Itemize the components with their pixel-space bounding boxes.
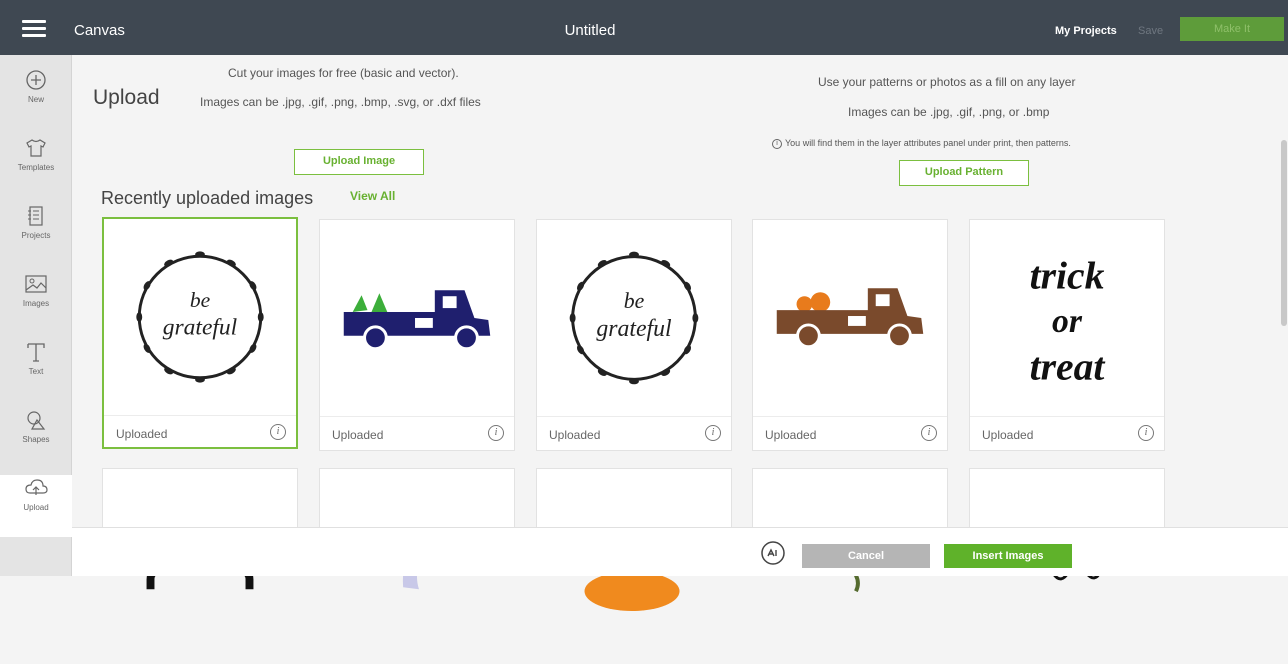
nav-item-images[interactable]: Images	[0, 271, 72, 333]
pattern-file-types: Images can be .jpg, .gif, .png, or .bmp	[848, 105, 1050, 119]
card-footer: Uploaded i	[320, 416, 514, 450]
card-footer: Uploaded i	[104, 415, 296, 449]
cloud-upload-icon	[25, 479, 48, 495]
card-footer: Uploaded i	[753, 416, 947, 450]
info-icon[interactable]: i	[1138, 425, 1154, 441]
pattern-description: Use your patterns or photos as a fill on…	[818, 75, 1076, 89]
cancel-button[interactable]: Cancel	[802, 544, 930, 568]
image-card[interactable]: trick or treat Uploaded i	[969, 219, 1165, 451]
shapes-icon	[27, 411, 46, 430]
nav-label: New	[27, 95, 44, 104]
insert-images-button[interactable]: Insert Images	[944, 544, 1072, 568]
nav-item-upload[interactable]: Upload	[0, 475, 72, 537]
nav-label: Images	[22, 299, 50, 308]
nav-item-text[interactable]: Text	[0, 339, 72, 401]
svg-text:be: be	[190, 288, 211, 312]
card-status: Uploaded	[982, 428, 1034, 442]
nav-label: Text	[28, 367, 44, 376]
save-button[interactable]: Save	[1138, 25, 1163, 37]
be-grateful-wreath-image: be grateful	[569, 251, 699, 385]
nav-item-projects[interactable]: Projects	[0, 203, 72, 265]
pattern-hint: i You will find them in the layer attribu…	[772, 138, 1071, 149]
side-navigation: New Templates Projects Images Text Shape…	[0, 55, 72, 576]
projects-icon	[28, 206, 43, 226]
app-title: Canvas	[74, 22, 125, 39]
upload-description: Cut your images for free (basic and vect…	[228, 66, 459, 80]
image-card[interactable]: be grateful Uploaded i	[536, 219, 732, 451]
card-status: Uploaded	[549, 428, 601, 442]
card-status: Uploaded	[116, 427, 168, 441]
view-all-link[interactable]: View All	[350, 189, 395, 203]
menu-icon[interactable]	[22, 20, 46, 37]
upload-title: Upload	[93, 86, 160, 109]
scrollbar-thumb[interactable]	[1281, 140, 1287, 326]
info-icon[interactable]: i	[270, 424, 286, 440]
document-title[interactable]: Untitled	[560, 22, 620, 39]
nav-label: Templates	[17, 163, 55, 172]
card-status: Uploaded	[332, 428, 384, 442]
nav-label: Upload	[23, 503, 49, 512]
top-bar: Canvas Untitled My Projects Save Make It	[0, 0, 1288, 55]
card-footer: Uploaded i	[537, 416, 731, 450]
svg-text:grateful: grateful	[163, 315, 238, 341]
make-it-button[interactable]: Make It	[1180, 17, 1284, 41]
image-card[interactable]: Uploaded i	[752, 219, 948, 451]
help-icon[interactable]	[760, 540, 786, 566]
nav-label: Shapes	[22, 435, 50, 444]
pattern-hint-text: You will find them in the layer attribut…	[785, 138, 1071, 148]
nav-item-templates[interactable]: Templates	[0, 135, 72, 197]
image-card[interactable]: Uploaded i	[319, 219, 515, 451]
be-grateful-wreath-image: be grateful	[136, 251, 264, 383]
nav-label: Projects	[21, 231, 51, 240]
svg-text:treat: treat	[1030, 344, 1106, 388]
card-status: Uploaded	[765, 428, 817, 442]
svg-text:grateful: grateful	[596, 316, 672, 342]
my-projects-link[interactable]: My Projects	[1055, 25, 1117, 37]
info-icon[interactable]: i	[705, 425, 721, 441]
info-icon[interactable]: i	[488, 425, 504, 441]
tshirt-icon	[26, 139, 46, 157]
plus-circle-icon	[26, 70, 46, 90]
info-icon[interactable]: i	[921, 425, 937, 441]
trick-or-treat-image: trick or treat	[1030, 253, 1106, 388]
info-icon: i	[772, 138, 782, 149]
recently-uploaded-title: Recently uploaded images	[101, 188, 314, 208]
image-card[interactable]: be grateful Uploaded i	[102, 217, 298, 449]
nav-item-shapes[interactable]: Shapes	[0, 407, 72, 469]
image-icon	[25, 275, 47, 293]
upload-image-button[interactable]: Upload Image	[294, 149, 424, 175]
card-footer: Uploaded i	[970, 416, 1164, 450]
blue-truck-image	[343, 290, 491, 351]
upload-pattern-button[interactable]: Upload Pattern	[899, 160, 1029, 186]
svg-text:trick: trick	[1030, 253, 1105, 297]
svg-text:or: or	[1052, 303, 1083, 340]
brown-truck-image	[776, 288, 924, 349]
upload-file-types: Images can be .jpg, .gif, .png, .bmp, .s…	[200, 95, 481, 109]
nav-item-new[interactable]: New	[0, 67, 72, 129]
text-icon	[27, 343, 45, 362]
svg-text:be: be	[624, 289, 645, 313]
bottom-action-bar: Cancel Insert Images	[72, 527, 1288, 576]
